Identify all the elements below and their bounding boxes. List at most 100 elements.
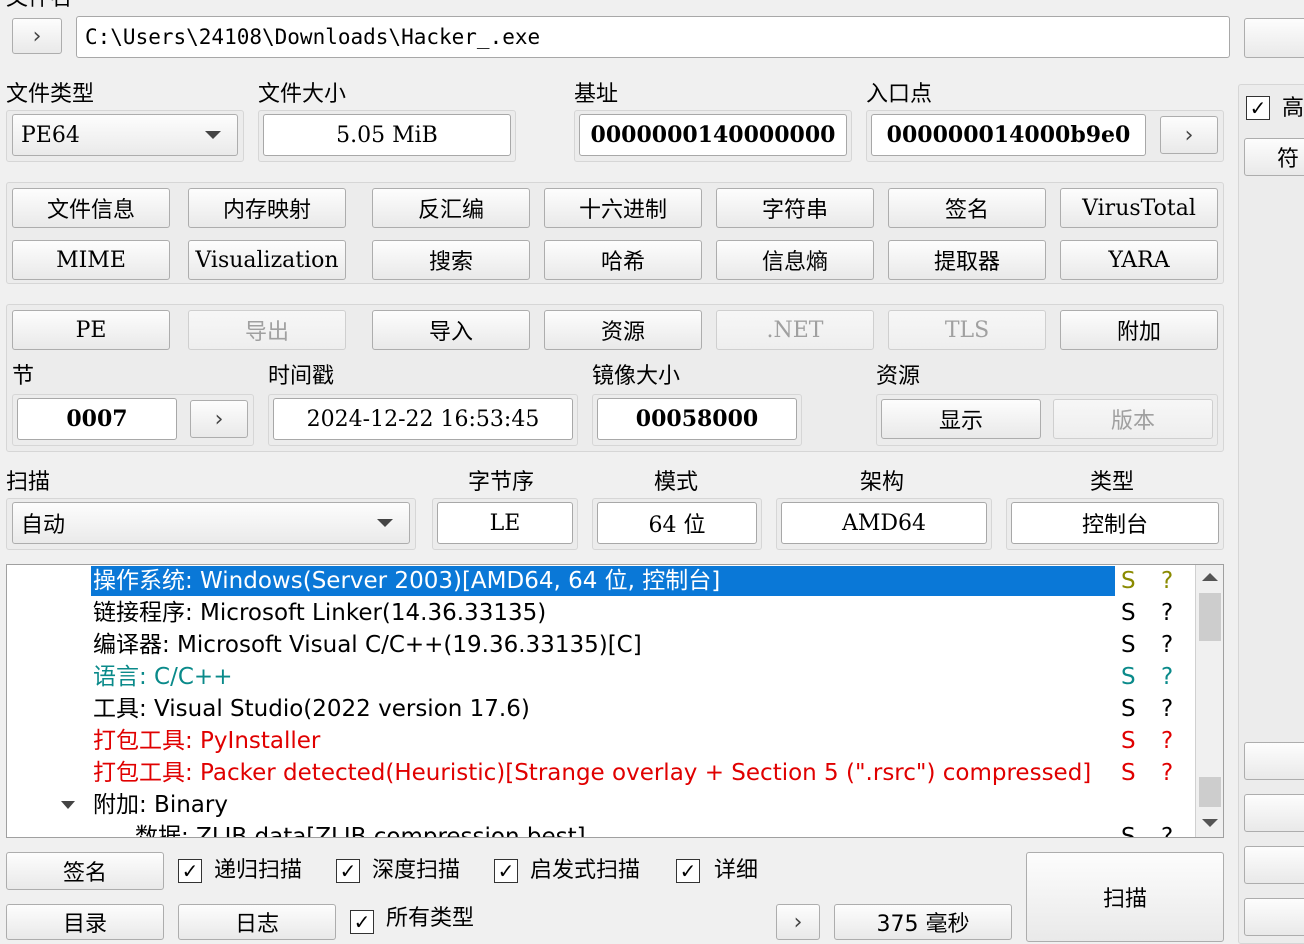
result-row[interactable]: 工具: Visual Studio(2022 version 17.6) S? bbox=[7, 693, 1195, 725]
checkmark-icon: ✓ bbox=[353, 910, 371, 934]
result-row[interactable]: 链接程序: Microsoft Linker(14.36.33135) S? bbox=[7, 597, 1195, 629]
right-button-2[interactable] bbox=[1244, 794, 1304, 832]
file-path-input[interactable]: C:\Users\24108\Downloads\Hacker_.exe bbox=[76, 16, 1230, 58]
info-flag[interactable]: ? bbox=[1161, 693, 1173, 725]
result-text: 打包工具: Packer detected(Heuristic)[Strange… bbox=[93, 760, 1092, 786]
heuristic-scan-checkbox[interactable]: ✓ bbox=[494, 859, 518, 883]
result-text: 操作系统: Windows(Server 2003)[AMD64, 64 位, … bbox=[93, 568, 721, 594]
info-flag[interactable]: ? bbox=[1161, 597, 1173, 629]
advanced-checkbox[interactable]: ✓ bbox=[1246, 96, 1270, 120]
tool-button-13[interactable]: 提取器 bbox=[888, 240, 1046, 280]
tool-button-12[interactable]: 信息熵 bbox=[716, 240, 874, 280]
tool-button-8[interactable]: MIME bbox=[12, 240, 170, 280]
more-button[interactable]: › bbox=[776, 904, 820, 940]
chevron-right-icon: › bbox=[793, 909, 803, 935]
entry-point-button[interactable]: › bbox=[1160, 116, 1218, 154]
result-row[interactable]: 操作系统: Windows(Server 2003)[AMD64, 64 位, … bbox=[7, 565, 1195, 597]
info-flag[interactable]: ? bbox=[1161, 565, 1173, 597]
timestamp-value: 2024-12-22 16:53:45 bbox=[273, 398, 573, 440]
tool-button-3[interactable]: 反汇编 bbox=[372, 188, 530, 228]
pe-button-1[interactable]: PE bbox=[12, 310, 170, 350]
right-button-3[interactable] bbox=[1244, 846, 1304, 884]
verbose-checkbox[interactable]: ✓ bbox=[676, 859, 700, 883]
pe-button-7[interactable]: 附加 bbox=[1060, 310, 1218, 350]
tool-button-11[interactable]: 哈希 bbox=[544, 240, 702, 280]
tool-button-6[interactable]: 签名 bbox=[888, 188, 1046, 228]
scan-label: 扫描 bbox=[6, 470, 51, 495]
result-row[interactable]: 编译器: Microsoft Visual C/C++(19.36.33135)… bbox=[7, 629, 1195, 661]
result-row[interactable]: 语言: C/C++ S? bbox=[7, 661, 1195, 693]
browse-button[interactable]: › bbox=[12, 18, 62, 54]
info-flag[interactable]: ? bbox=[1161, 661, 1173, 693]
all-types-checkbox[interactable]: ✓ bbox=[350, 910, 374, 934]
signatures-button[interactable]: 签名 bbox=[6, 852, 164, 890]
expand-icon[interactable] bbox=[61, 801, 75, 809]
info-flag[interactable]: ? bbox=[1161, 757, 1173, 789]
signature-flag[interactable]: S bbox=[1121, 565, 1136, 597]
scroll-down-icon[interactable] bbox=[1202, 819, 1218, 827]
chevron-right-icon: › bbox=[1184, 122, 1194, 148]
right-button-1[interactable] bbox=[1244, 742, 1304, 780]
tool-button-5[interactable]: 字符串 bbox=[716, 188, 874, 228]
vertical-scrollbar[interactable] bbox=[1195, 565, 1223, 837]
signature-flag[interactable]: S bbox=[1121, 629, 1136, 661]
scan-button[interactable]: 扫描 bbox=[1026, 852, 1224, 942]
signature-flag[interactable]: S bbox=[1121, 821, 1136, 837]
resources-label: 资源 bbox=[876, 364, 921, 389]
tool-button-1[interactable]: 文件信息 bbox=[12, 188, 170, 228]
deep-scan-label: 深度扫描 bbox=[372, 858, 461, 883]
signature-flag[interactable]: S bbox=[1121, 661, 1136, 693]
log-button[interactable]: 日志 bbox=[178, 904, 336, 940]
checkmark-icon: ✓ bbox=[679, 859, 697, 883]
show-resources-button[interactable]: 显示 bbox=[881, 399, 1041, 439]
signature-flag[interactable]: S bbox=[1121, 597, 1136, 629]
type-value: 控制台 bbox=[1011, 502, 1219, 544]
scroll-thumb-lower[interactable] bbox=[1199, 777, 1221, 807]
results-tree[interactable]: 操作系统: Windows(Server 2003)[AMD64, 64 位, … bbox=[6, 564, 1224, 838]
tool-button-7[interactable]: VirusTotal bbox=[1060, 188, 1218, 228]
scan-mode-select[interactable]: 自动 bbox=[12, 502, 410, 544]
chevron-right-icon: › bbox=[32, 23, 42, 49]
deep-scan-checkbox[interactable]: ✓ bbox=[336, 859, 360, 883]
directory-button[interactable]: 目录 bbox=[6, 904, 164, 940]
sections-button[interactable]: › bbox=[190, 400, 248, 438]
symbols-button[interactable]: 符 bbox=[1244, 138, 1304, 176]
info-flag[interactable]: ? bbox=[1161, 725, 1173, 757]
open-file-button[interactable] bbox=[1244, 18, 1304, 58]
checkmark-icon: ✓ bbox=[181, 859, 199, 883]
result-row[interactable]: 数据: ZLIB data[ZLIB compression best] S? bbox=[7, 821, 1195, 837]
result-row[interactable]: 打包工具: PyInstaller S? bbox=[7, 725, 1195, 757]
version-button[interactable]: 版本 bbox=[1053, 399, 1213, 439]
pe-button-3[interactable]: 导入 bbox=[372, 310, 530, 350]
scroll-thumb[interactable] bbox=[1199, 593, 1221, 641]
type-label: 类型 bbox=[1090, 470, 1135, 495]
signature-flag[interactable]: S bbox=[1121, 757, 1136, 789]
result-text: 附加: Binary bbox=[93, 792, 228, 818]
image-size-label: 镜像大小 bbox=[592, 364, 681, 389]
pe-button-4[interactable]: 资源 bbox=[544, 310, 702, 350]
right-button-4[interactable] bbox=[1244, 898, 1304, 936]
signature-flag[interactable]: S bbox=[1121, 693, 1136, 725]
scroll-up-icon[interactable] bbox=[1202, 573, 1218, 581]
result-row[interactable]: 附加: Binary bbox=[7, 789, 1195, 821]
pe-button-5[interactable]: .NET bbox=[716, 310, 874, 350]
signature-flag[interactable]: S bbox=[1121, 725, 1136, 757]
pe-button-2[interactable]: 导出 bbox=[188, 310, 346, 350]
scan-mode-value: 自动 bbox=[21, 513, 66, 538]
tool-button-9[interactable]: Visualization bbox=[188, 240, 346, 280]
tool-button-14[interactable]: YARA bbox=[1060, 240, 1218, 280]
info-flag[interactable]: ? bbox=[1161, 629, 1173, 661]
chevron-down-icon bbox=[377, 519, 393, 527]
file-type-select[interactable]: PE64 bbox=[12, 114, 238, 156]
info-flag[interactable]: ? bbox=[1161, 821, 1173, 837]
entry-point-value: 000000014000b9e0 bbox=[871, 114, 1146, 156]
base-address-value: 0000000140000000 bbox=[579, 114, 847, 156]
tool-button-4[interactable]: 十六进制 bbox=[544, 188, 702, 228]
base-address-label: 基址 bbox=[574, 82, 619, 107]
pe-button-6[interactable]: TLS bbox=[888, 310, 1046, 350]
file-name-label: 文件名 bbox=[6, 0, 72, 12]
tool-button-10[interactable]: 搜索 bbox=[372, 240, 530, 280]
recursive-scan-checkbox[interactable]: ✓ bbox=[178, 859, 202, 883]
result-row[interactable]: 打包工具: Packer detected(Heuristic)[Strange… bbox=[7, 757, 1195, 789]
tool-button-2[interactable]: 内存映射 bbox=[188, 188, 346, 228]
